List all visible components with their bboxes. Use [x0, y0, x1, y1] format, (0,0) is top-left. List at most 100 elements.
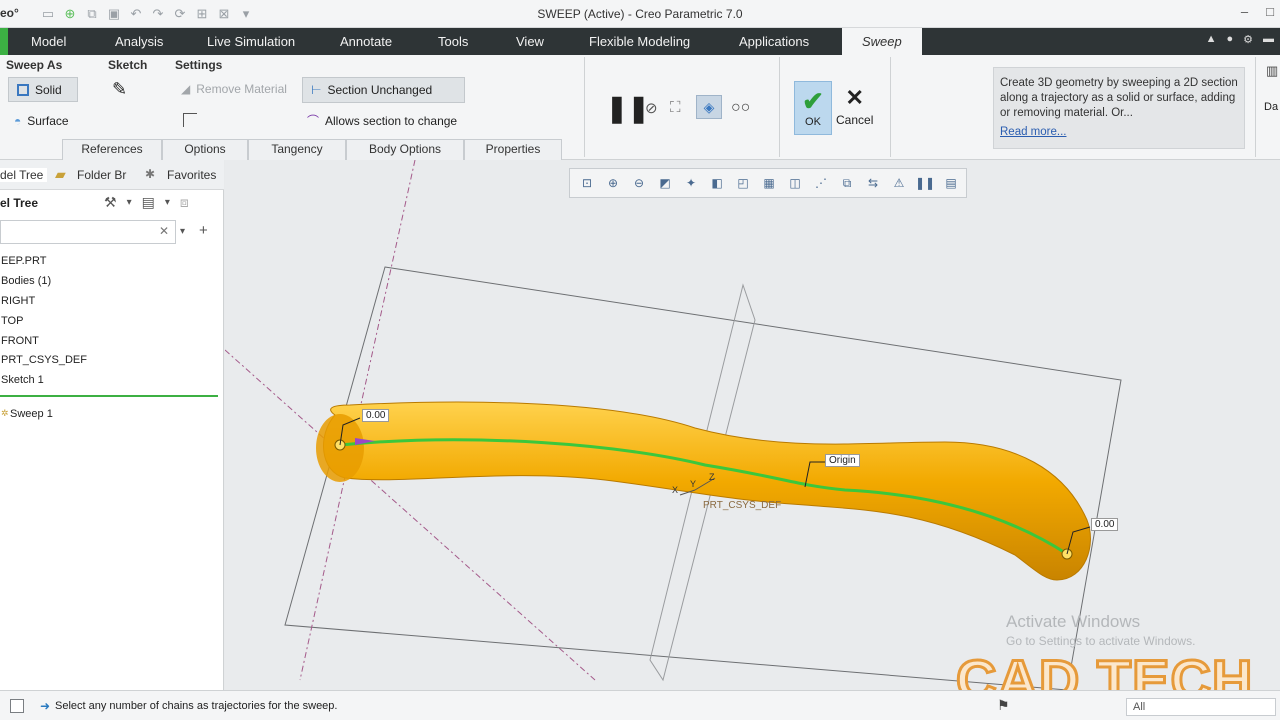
tab-references[interactable]: References	[62, 139, 162, 160]
tab-favorites[interactable]: Favorites	[167, 168, 216, 182]
pause-button[interactable]: ❚❚	[606, 93, 650, 124]
tab-folder-browser[interactable]: Folder Br	[77, 168, 126, 182]
tab-analysis[interactable]: Analysis	[115, 34, 163, 49]
smart-filter-icon[interactable]: ⚑	[997, 697, 1010, 714]
allows-section-button[interactable]: ⌒ Allows section to change	[307, 112, 457, 129]
attached-preview-button[interactable]: ⛶	[670, 99, 681, 116]
tree-item-bodies[interactable]: Bodies (1)	[1, 275, 51, 287]
undo-icon[interactable]: ↶	[128, 6, 144, 22]
section-unchanged-button[interactable]: ⊢ Section Unchanged	[302, 77, 465, 103]
clear-search-icon[interactable]: ✕	[159, 224, 169, 238]
ribbon-right-icons: ▲ ● ⚙ ▬	[1206, 33, 1274, 46]
maximize-button[interactable]: □	[1266, 4, 1274, 19]
show-icon[interactable]: ▤	[142, 194, 155, 212]
favorites-icon[interactable]: ✱	[145, 167, 155, 181]
tree-item-front[interactable]: FRONT	[1, 335, 39, 347]
tree-item-part[interactable]: EEP.PRT	[1, 255, 46, 267]
view-manager-icon[interactable]: ▦	[758, 173, 780, 193]
no-preview-button[interactable]: ⊘	[645, 99, 658, 117]
tab-model[interactable]: Model	[31, 34, 66, 49]
repaint-icon[interactable]: ◩	[654, 173, 676, 193]
verify-mode-button[interactable]: ◈	[696, 95, 722, 119]
saved-views-icon[interactable]: ◰	[732, 173, 754, 193]
tree-toolbar: ⚒ ▾ ▤ ▾ ⧈	[104, 194, 189, 212]
attached-preview-icon: ⛶	[670, 99, 681, 116]
allows-section-label: Allows section to change	[325, 113, 458, 128]
regenerate-icon[interactable]: ⟳	[172, 6, 188, 22]
solid-button[interactable]: Solid	[8, 77, 78, 102]
spin-center-icon[interactable]: ✦	[680, 173, 702, 193]
search-help-icon[interactable]: ▬	[1263, 33, 1274, 46]
minimize-button[interactable]: –	[1241, 4, 1248, 19]
tab-view[interactable]: View	[516, 34, 544, 49]
tree-item-top[interactable]: TOP	[1, 315, 23, 327]
remove-material-icon: ◢	[181, 82, 191, 96]
save-icon[interactable]: ▣	[106, 6, 122, 22]
chevron-down-icon[interactable]: ▾	[127, 194, 132, 212]
open-session-icon[interactable]: ⧉	[84, 6, 100, 22]
annotation-display-icon[interactable]: ⧉	[836, 173, 858, 193]
end-dimension[interactable]: 0.00	[1091, 518, 1119, 531]
redo-icon[interactable]: ↷	[150, 6, 166, 22]
cancel-x-icon: ✕	[845, 85, 864, 110]
tab-live-simulation[interactable]: Live Simulation	[207, 34, 295, 49]
close-window-icon[interactable]: ⊠	[216, 6, 232, 22]
tab-body-options[interactable]: Body Options	[346, 139, 464, 160]
chevron-down-icon[interactable]: ▾	[180, 226, 185, 237]
tree-item-sketch[interactable]: Sketch 1	[1, 374, 44, 386]
tab-flexible-modeling[interactable]: Flexible Modeling	[589, 34, 690, 49]
spin-icon[interactable]: ⇆	[862, 173, 884, 193]
message-area-toggle[interactable]	[10, 699, 24, 713]
tree-item-right[interactable]: RIGHT	[1, 295, 35, 307]
ok-button[interactable]: ✔ OK	[794, 81, 832, 135]
tree-item-csys[interactable]: PRT_CSYS_DEF	[1, 354, 87, 366]
start-dimension[interactable]: 0.00	[362, 409, 390, 422]
tab-options[interactable]: Options	[162, 139, 248, 160]
read-more-link[interactable]: Read more...	[1000, 125, 1238, 140]
tree-item-sweep[interactable]: Sweep 1	[10, 408, 53, 420]
glasses-preview-button[interactable]: ○○	[731, 99, 750, 117]
refit-icon[interactable]: ⊡	[576, 173, 598, 193]
pause-regen-icon[interactable]: ❚❚	[914, 173, 936, 193]
datum-display-icon[interactable]: ⋰	[810, 173, 832, 193]
solid-label: Solid	[35, 82, 62, 97]
display-style-icon[interactable]: ◧	[706, 173, 728, 193]
show-warnings-icon[interactable]: ⚠	[888, 173, 910, 193]
chevron-down-icon[interactable]: ▾	[165, 194, 170, 212]
tab-model-tree[interactable]: del Tree	[0, 168, 48, 182]
dashboard-icon[interactable]: ▥	[1266, 63, 1278, 79]
tab-sweep[interactable]: Sweep	[842, 28, 922, 55]
filter-icon[interactable]: ⧈	[180, 194, 189, 212]
group-sketch: Sketch	[108, 58, 148, 72]
surface-button[interactable]: ◓ Surface	[14, 113, 69, 129]
zoom-in-icon[interactable]: ⊕	[602, 173, 624, 193]
tab-tangency[interactable]: Tangency	[248, 139, 346, 160]
settings-icon[interactable]: ⚙	[1243, 33, 1253, 46]
tab-tools[interactable]: Tools	[438, 34, 468, 49]
tab-properties[interactable]: Properties	[464, 139, 562, 160]
tree-settings-icon[interactable]: ⚒	[104, 194, 117, 212]
cancel-button[interactable]: ✕ Cancel	[836, 85, 873, 128]
help-icon[interactable]: ●	[1226, 33, 1233, 46]
tab-annotate[interactable]: Annotate	[340, 34, 392, 49]
folder-icon[interactable]: ▰	[55, 166, 66, 183]
zoom-out-icon[interactable]: ⊖	[628, 173, 650, 193]
remove-material-button[interactable]: ◢ Remove Material	[181, 82, 287, 96]
model-canvas[interactable]	[225, 160, 1280, 690]
thicken-toggle[interactable]	[183, 113, 197, 127]
add-icon[interactable]: +	[199, 222, 208, 239]
help-text: Create 3D geometry by sweeping a 2D sect…	[1000, 77, 1238, 119]
tab-applications[interactable]: Applications	[739, 34, 809, 49]
selection-filter[interactable]: All	[1126, 698, 1276, 716]
sketch-button[interactable]: ✎	[112, 79, 127, 100]
thicken-icon	[183, 113, 197, 127]
windows-icon[interactable]: ⊞	[194, 6, 210, 22]
new-icon[interactable]: ▭	[40, 6, 56, 22]
open-icon[interactable]: ⊕	[62, 6, 78, 22]
perspective-icon[interactable]: ◫	[784, 173, 806, 193]
customize-icon[interactable]: ▾	[238, 6, 254, 22]
tree-search-input[interactable]: ✕	[0, 220, 176, 244]
graphics-area[interactable]: 0.00 Origin 0.00 PRT_CSYS_DEF X Y Z ⊡ ⊕ …	[225, 160, 1280, 690]
collapse-ribbon-icon[interactable]: ▲	[1206, 33, 1217, 46]
animation-icon[interactable]: ▤	[940, 173, 962, 193]
